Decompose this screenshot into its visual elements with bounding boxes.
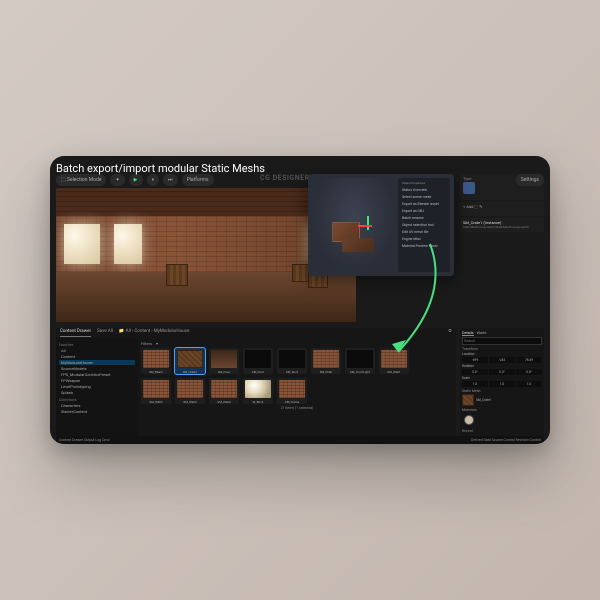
menu-item[interactable]: Object selection tool <box>400 222 448 228</box>
asset-tile[interactable]: M_Brick <box>243 378 273 404</box>
search-input[interactable] <box>462 337 542 345</box>
folder-tree: Favorites All Content MyModularHouse Sou… <box>56 338 138 438</box>
menu-item[interactable]: Material Preview Panel <box>400 243 448 249</box>
mode-pill[interactable]: ⬚ Selection Mode <box>56 174 106 186</box>
skip-button[interactable]: ⏭ <box>163 174 178 186</box>
asset-tile[interactable]: SM_Wall1 <box>379 348 409 374</box>
asset-tile[interactable]: SM_Frame <box>277 378 307 404</box>
menu-item[interactable]: Edit UV mesh tile <box>400 229 448 235</box>
menu-item[interactable]: Batch rename <box>400 215 448 221</box>
tab-details[interactable]: Details <box>462 330 474 336</box>
editor-top: Batch export/import modular Static Meshs… <box>50 156 550 328</box>
menu-item[interactable]: Select scene mesh <box>400 194 448 200</box>
right-panels: Type + Add ⬚ ✎ SM_Crate1 (Instance) Stat… <box>460 174 544 328</box>
details-panel: Details World Transform Location -499-24… <box>460 328 544 438</box>
menu-item[interactable]: Export as Blender asset <box>400 201 448 207</box>
tab-content-drawer[interactable]: Content Drawer <box>60 329 91 337</box>
browser-tabs: Content Drawer Save All 📁 All › Content … <box>56 328 456 338</box>
content-browser: Content Drawer Save All 📁 All › Content … <box>56 328 456 438</box>
screenshot-card: Batch export/import modular Static Meshs… <box>50 156 550 444</box>
overlay-title: Batch export/import modular Static Meshs <box>56 162 265 175</box>
footer-bar: Content Drawer Output Log Cmd Derived Da… <box>56 436 544 444</box>
mesh-thumb[interactable] <box>462 394 474 406</box>
selection-panel[interactable]: SM_Crate1 (Instance) StaticMeshComponent… <box>460 218 544 232</box>
tree-item[interactable]: SourceModels <box>59 366 135 371</box>
tab-save-all[interactable]: Save All <box>97 329 113 337</box>
menu-item[interactable]: Export as OBJ <box>400 208 448 214</box>
material-sphere[interactable] <box>464 415 474 425</box>
asset-tile[interactable]: SM_TorchLight <box>345 348 375 374</box>
pause-button[interactable]: ⏸ <box>147 174 160 186</box>
tool-pill[interactable]: ✦ <box>110 174 124 186</box>
asset-tile[interactable]: SM_Wall2 <box>141 378 171 404</box>
tree-item[interactable]: FPS_ModularCorridorPreset <box>59 372 135 377</box>
status-text: 21 items (1 selected) <box>141 406 453 410</box>
tree-item[interactable]: All <box>59 348 135 353</box>
tree-item[interactable]: Content <box>59 354 135 359</box>
settings-pill[interactable]: Settings <box>516 174 544 186</box>
tree-item[interactable]: FPWeapon <box>59 378 135 383</box>
asset-tile[interactable]: SM_Crate1 <box>175 348 205 374</box>
asset-tile[interactable]: SM_Beam <box>141 348 171 374</box>
blender-popup: Object Properties Status Overview Select… <box>308 174 454 276</box>
asset-tile[interactable]: SM_Floor <box>209 348 239 374</box>
settings-icon[interactable]: ⚙ <box>448 329 452 337</box>
tree-item[interactable]: Splash <box>59 390 135 395</box>
tree-item[interactable]: StarterContent <box>59 409 135 414</box>
tab-world[interactable]: World <box>477 330 487 336</box>
export-menu: Object Properties Status Overview Select… <box>398 178 450 272</box>
play-button[interactable]: ▶ <box>129 174 143 186</box>
platforms-pill[interactable]: Platforms <box>182 174 214 186</box>
menu-item[interactable]: Status Overview <box>400 187 448 193</box>
menu-item[interactable]: Engine Misc <box>400 236 448 242</box>
asset-tile[interactable]: SM_Pillar <box>311 348 341 374</box>
asset-tile[interactable]: SM_Door <box>243 348 273 374</box>
outliner-panel: + Add ⬚ ✎ <box>460 202 544 216</box>
blender-viewport[interactable] <box>312 178 396 272</box>
asset-tile[interactable]: SM_Roof <box>277 348 307 374</box>
tree-item[interactable]: Characters <box>59 403 135 408</box>
gizmo-icon[interactable] <box>364 222 372 230</box>
asset-grid: Filters ▾ SM_BeamSM_Crate1SM_FloorSM_Doo… <box>138 338 456 438</box>
asset-tile[interactable]: SM_Wall3 <box>175 378 205 404</box>
tree-item[interactable]: LevelPrototyping <box>59 384 135 389</box>
tree-item-selected[interactable]: MyModularHouse <box>59 360 135 365</box>
asset-tile[interactable]: SM_Wall4 <box>209 378 239 404</box>
